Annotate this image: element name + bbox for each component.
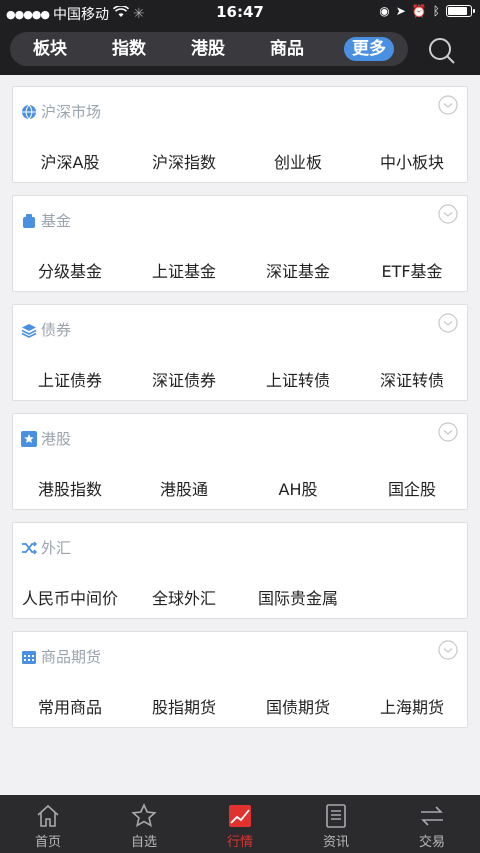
rotation-lock-icon: ◉ — [379, 4, 390, 18]
document-icon — [326, 804, 346, 828]
tab-label: 更多 — [344, 37, 394, 61]
section-items: 人民币中间价 全球外汇 国际贵金属 — [13, 585, 469, 609]
section-title: 外汇 — [41, 539, 72, 557]
item-sz-fund[interactable]: 深证基金 — [241, 258, 355, 282]
home-icon — [37, 804, 59, 827]
section-forex: 外汇 人民币中间价 全球外汇 国际贵金属 — [12, 522, 468, 619]
chevron-down-icon[interactable] — [438, 95, 458, 115]
item-treasury-futures[interactable]: 国债期货 — [241, 694, 355, 718]
fund-bag-icon — [23, 213, 35, 228]
section-header: 商品期货 — [21, 646, 101, 667]
item-hk-index[interactable]: 港股指数 — [13, 476, 127, 500]
item-precious-metals[interactable]: 国际贵金属 — [241, 585, 355, 609]
item-sz-convertible[interactable]: 深证转债 — [355, 367, 469, 391]
chevron-down-icon[interactable] — [438, 640, 458, 660]
bottom-tab-bar: 首页 自选 行情 资讯 交易 — [0, 795, 480, 853]
tab-zhishu[interactable]: 指数 — [97, 32, 161, 66]
section-title: 沪深市场 — [41, 103, 102, 121]
item-global-forex[interactable]: 全球外汇 — [127, 585, 241, 609]
item-h-share[interactable]: 国企股 — [355, 476, 469, 500]
bluetooth-icon: ᛒ — [432, 4, 440, 18]
item-hushen-a[interactable]: 沪深A股 — [13, 149, 127, 173]
chevron-down-icon[interactable] — [438, 422, 458, 442]
tabbar-watchlist[interactable]: 自选 — [96, 795, 192, 853]
tabbar-trade[interactable]: 交易 — [384, 795, 480, 853]
section-bond: 债券 上证债券 深证债券 上证转债 深证转债 — [12, 304, 468, 401]
item-etf-fund[interactable]: ETF基金 — [355, 258, 469, 282]
item-common-commodities[interactable]: 常用商品 — [13, 694, 127, 718]
tab-label: 港股 — [191, 39, 225, 59]
item-sh-fund[interactable]: 上证基金 — [127, 258, 241, 282]
item-hk-connect[interactable]: 港股通 — [127, 476, 241, 500]
transfer-icon — [421, 806, 443, 826]
globe-icon — [22, 104, 36, 119]
section-title: 基金 — [41, 212, 72, 230]
section-hushen-market: 沪深市场 沪深A股 沪深指数 创业板 中小板块 — [12, 86, 468, 183]
tab-label: 商品 — [270, 39, 304, 59]
section-commodity-futures: 商品期货 常用商品 股指期货 国债期货 上海期货 — [12, 631, 468, 728]
item-sh-convertible[interactable]: 上证转债 — [241, 367, 355, 391]
tabbar-label: 资讯 — [322, 835, 349, 850]
tab-ganggu[interactable]: 港股 — [176, 32, 240, 66]
chevron-down-icon[interactable] — [438, 204, 458, 224]
status-bar: ●●●●● 中国移动 ✳ 16:47 ◉ ➤ ⏰ ᛒ — [0, 0, 480, 24]
status-right: ◉ ➤ ⏰ ᛒ — [379, 4, 475, 18]
section-header: 债券 — [21, 319, 71, 340]
tab-label: 板块 — [33, 39, 67, 59]
item-sh-bond[interactable]: 上证债券 — [13, 367, 127, 391]
market-sections: 沪深市场 沪深A股 沪深指数 创业板 中小板块 基金 分级基金 上证基金 深证基… — [0, 75, 480, 795]
header: 板块 指数 港股 商品 更多 — [0, 24, 480, 75]
section-header: 外汇 — [21, 537, 71, 558]
section-fund: 基金 分级基金 上证基金 深证基金 ETF基金 — [12, 195, 468, 292]
section-title: 商品期货 — [41, 648, 102, 666]
chevron-down-icon[interactable] — [438, 313, 458, 333]
chart-icon — [229, 805, 251, 827]
section-hk-stock: 港股 港股指数 港股通 AH股 国企股 — [12, 413, 468, 510]
item-structured-fund[interactable]: 分级基金 — [13, 258, 127, 282]
tabbar-news[interactable]: 资讯 — [288, 795, 384, 853]
tabbar-label: 交易 — [418, 835, 445, 850]
search-icon — [429, 38, 455, 64]
tabbar-home[interactable]: 首页 — [0, 795, 96, 853]
section-items: 常用商品 股指期货 国债期货 上海期货 — [13, 694, 469, 718]
item-chinext[interactable]: 创业板 — [241, 149, 355, 173]
tab-bankuai[interactable]: 板块 — [18, 32, 82, 66]
section-header: 沪深市场 — [21, 101, 101, 122]
battery-icon — [446, 5, 475, 17]
tabbar-label: 首页 — [34, 835, 61, 850]
item-ah-share[interactable]: AH股 — [241, 476, 355, 500]
search-button[interactable] — [428, 37, 456, 65]
section-title: 港股 — [41, 430, 72, 448]
section-title: 债券 — [41, 321, 72, 339]
item-rmb-central-parity[interactable]: 人民币中间价 — [13, 585, 127, 609]
star-icon — [131, 803, 157, 828]
tab-gengduo[interactable]: 更多 — [336, 32, 402, 66]
tab-shangpin[interactable]: 商品 — [255, 32, 319, 66]
tabbar-label: 自选 — [130, 835, 157, 850]
section-items: 港股指数 港股通 AH股 国企股 — [13, 476, 469, 500]
layers-icon — [21, 323, 37, 338]
calendar-icon — [22, 650, 36, 664]
section-items: 沪深A股 沪深指数 创业板 中小板块 — [13, 149, 469, 173]
section-header: 港股 — [21, 428, 71, 449]
section-items: 分级基金 上证基金 深证基金 ETF基金 — [13, 258, 469, 282]
section-header: 基金 — [21, 210, 71, 231]
tab-label: 指数 — [112, 39, 146, 59]
tabbar-market[interactable]: 行情 — [192, 795, 288, 853]
exchange-icon — [22, 540, 37, 555]
item-index-futures[interactable]: 股指期货 — [127, 694, 241, 718]
item-shanghai-futures[interactable]: 上海期货 — [355, 694, 469, 718]
section-items: 上证债券 深证债券 上证转债 深证转债 — [13, 367, 469, 391]
item-hushen-index[interactable]: 沪深指数 — [127, 149, 241, 173]
alarm-icon: ⏰ — [411, 4, 427, 18]
tabbar-label: 行情 — [226, 835, 253, 850]
bauhinia-icon — [21, 430, 37, 447]
item-sme-board[interactable]: 中小板块 — [355, 149, 469, 173]
item-sz-bond[interactable]: 深证债券 — [127, 367, 241, 391]
market-tabs: 板块 指数 港股 商品 更多 — [10, 32, 408, 66]
location-icon: ➤ — [395, 4, 406, 18]
